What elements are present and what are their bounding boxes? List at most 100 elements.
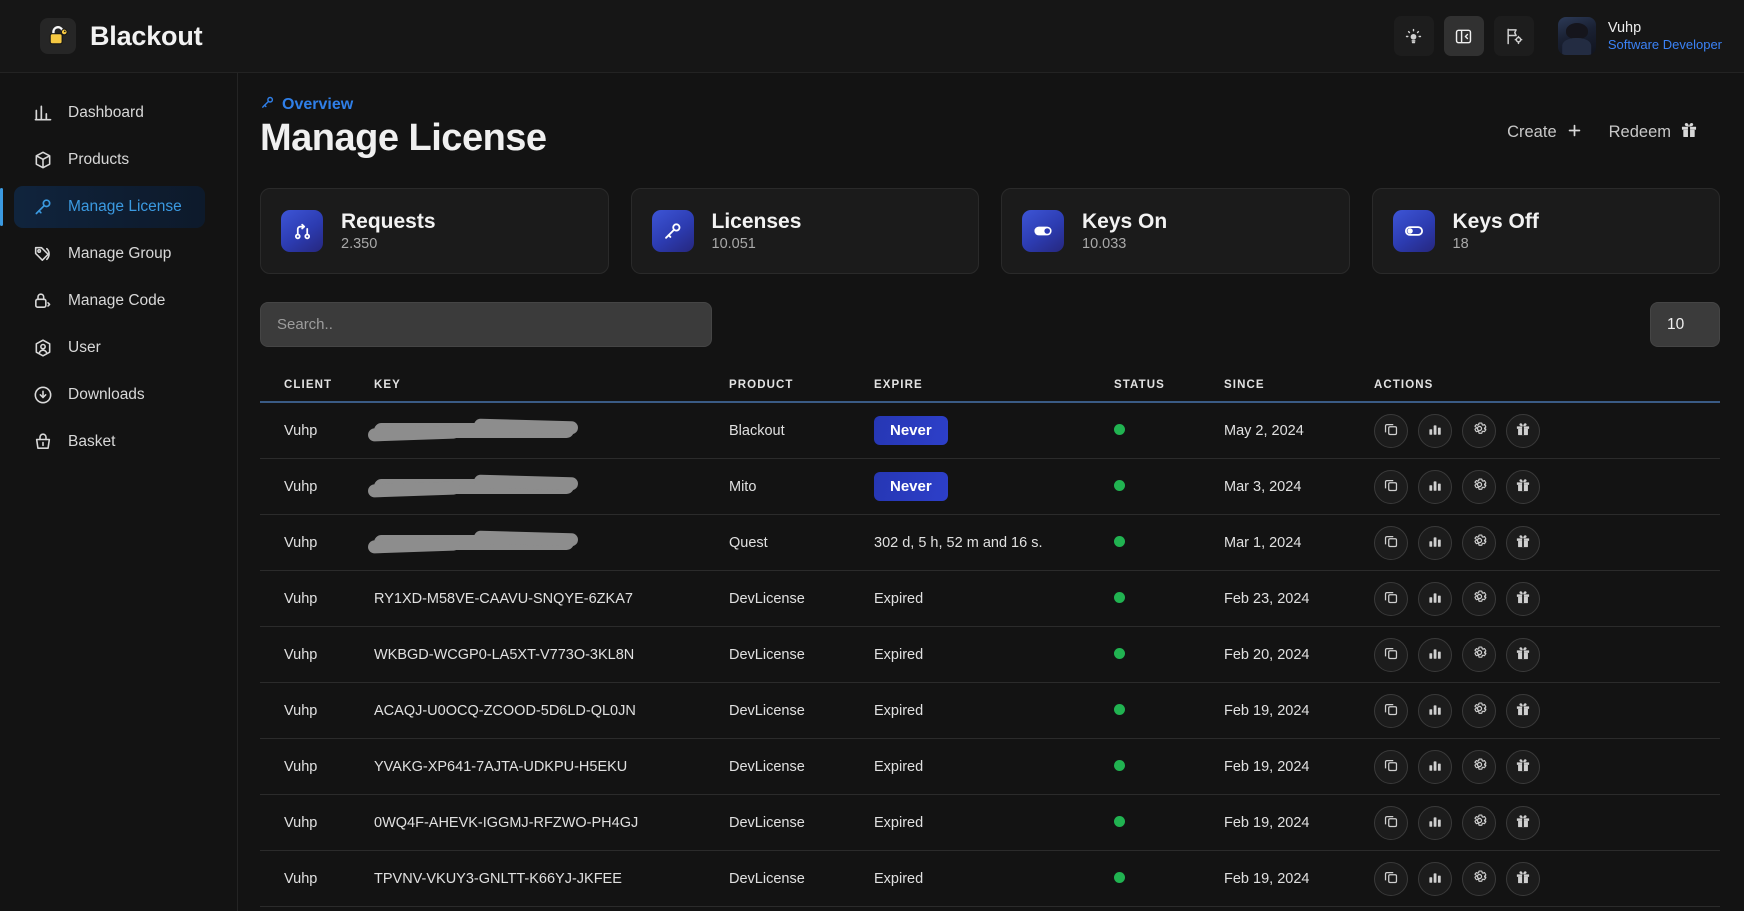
- cell-key: TPVNV-VKUY3-GNLTT-K66YJ-JKFEE: [370, 871, 725, 887]
- action-copy-button[interactable]: [1374, 861, 1408, 896]
- stats-icon: [1427, 477, 1443, 497]
- sidebar-item-dashboard[interactable]: Dashboard: [14, 92, 205, 134]
- action-gear-button[interactable]: [1462, 805, 1496, 840]
- stat-value: 18: [1452, 236, 1469, 253]
- table-row[interactable]: Vuhp Quest 302 d, 5 h, 52 m and 16 s. Mar 1…: [260, 515, 1720, 571]
- sidebar-item-products[interactable]: Products: [14, 139, 205, 181]
- sidebar-item-label: Dashboard: [68, 104, 144, 121]
- sidebar-item-downloads[interactable]: Downloads: [14, 374, 205, 416]
- cell-client: Vuhp: [284, 814, 318, 831]
- sidebar-item-user[interactable]: User: [14, 327, 205, 369]
- action-stats-button[interactable]: [1418, 469, 1452, 504]
- action-gear-button[interactable]: [1462, 413, 1496, 448]
- profile-role: Software Developer: [1607, 36, 1722, 52]
- action-stats-button[interactable]: [1418, 749, 1452, 784]
- sidebar-item-manage-license[interactable]: Manage License: [0, 186, 205, 228]
- expire-badge: Never: [874, 472, 948, 501]
- column-header-key: KEY: [374, 379, 401, 391]
- sidebar: Dashboard Products Manage License Manage…: [0, 73, 238, 911]
- redacted-key: [374, 479, 574, 494]
- action-gift-button[interactable]: [1506, 525, 1540, 560]
- action-copy-button[interactable]: [1374, 525, 1408, 560]
- action-gear-button[interactable]: [1462, 749, 1496, 784]
- action-gear-button[interactable]: [1462, 637, 1496, 672]
- action-copy-button[interactable]: [1374, 637, 1408, 672]
- cell-actions: [1370, 693, 1720, 728]
- gift-icon: [1515, 589, 1531, 609]
- sidebar-toggle-icon[interactable]: [1443, 16, 1484, 56]
- expire-badge: Never: [874, 416, 948, 445]
- cell-key: [370, 423, 725, 438]
- action-stats-button[interactable]: [1418, 581, 1452, 616]
- action-gift-button[interactable]: [1506, 469, 1540, 504]
- action-gift-button[interactable]: [1506, 861, 1540, 896]
- action-copy-button[interactable]: [1374, 749, 1408, 784]
- action-gift-button[interactable]: [1506, 749, 1540, 784]
- column-header-since: SINCE: [1224, 379, 1265, 391]
- action-copy-button[interactable]: [1374, 581, 1408, 616]
- action-gift-button[interactable]: [1506, 693, 1540, 728]
- action-gear-button[interactable]: [1462, 861, 1496, 896]
- table-row[interactable]: Vuhp ACAQJ-U0OCQ-ZCOOD-5D6LD-QL0JN DevLice…: [260, 683, 1720, 739]
- action-copy-button[interactable]: [1374, 693, 1408, 728]
- action-copy-button[interactable]: [1374, 413, 1408, 448]
- action-gift-button[interactable]: [1506, 581, 1540, 616]
- topbar-actions: Vuhp Software Developer: [1393, 16, 1744, 56]
- sidebar-item-manage-code[interactable]: Manage Code: [14, 280, 205, 322]
- stat-card-requests[interactable]: Requests 2.350: [260, 188, 609, 274]
- action-stats-button[interactable]: [1418, 805, 1452, 840]
- brand[interactable]: Blackout: [0, 18, 203, 54]
- stat-card-licenses[interactable]: Licenses 10.051: [630, 188, 979, 274]
- action-gift-button[interactable]: [1506, 413, 1540, 448]
- sidebar-item-basket[interactable]: Basket: [14, 421, 205, 463]
- action-gift-button[interactable]: [1506, 805, 1540, 840]
- flag-gear-icon[interactable]: [1493, 16, 1534, 56]
- table-row[interactable]: Vuhp WKBGD-WCGP0-LA5XT-V773O-3KL8N DevLice…: [260, 627, 1720, 683]
- stat-title: Keys On: [1082, 209, 1168, 233]
- action-gear-button[interactable]: [1462, 525, 1496, 560]
- sidebar-item-label: Manage License: [68, 198, 182, 215]
- gear-icon: [1471, 868, 1488, 889]
- table-row[interactable]: Vuhp 0WQ4F-AHEVK-IGGMJ-RFZWO-PH4GJ DevLice…: [260, 795, 1720, 851]
- status-badge: [1114, 759, 1125, 771]
- sidebar-item-manage-group[interactable]: Manage Group: [14, 233, 205, 275]
- create-button[interactable]: Create: [1507, 121, 1583, 144]
- search-input[interactable]: [260, 302, 712, 347]
- lightbulb-icon[interactable]: [1393, 16, 1434, 56]
- action-gear-button[interactable]: [1462, 581, 1496, 616]
- stat-card-keys-off[interactable]: Keys Off 18: [1371, 188, 1720, 274]
- redeem-button[interactable]: Redeem: [1609, 121, 1698, 144]
- action-copy-button[interactable]: [1374, 805, 1408, 840]
- action-stats-button[interactable]: [1418, 525, 1452, 560]
- cell-product: Mito: [729, 478, 757, 495]
- cell-key: 0WQ4F-AHEVK-IGGMJ-RFZWO-PH4GJ: [370, 815, 725, 831]
- table-row[interactable]: Vuhp YVAKG-XP641-7AJTA-UDKPU-H5EKU DevLice…: [260, 739, 1720, 795]
- profile-menu[interactable]: Vuhp Software Developer: [1557, 17, 1722, 55]
- cell-actions: [1370, 637, 1720, 672]
- action-stats-button[interactable]: [1418, 861, 1452, 896]
- stat-card-keys-on[interactable]: Keys On 10.033: [1001, 188, 1350, 274]
- breadcrumb[interactable]: Overview: [260, 95, 547, 115]
- page-header: Overview Manage License Create Redeem: [260, 95, 1722, 160]
- cell-expire: Never: [870, 472, 1110, 501]
- action-stats-button[interactable]: [1418, 413, 1452, 448]
- cell-product: DevLicense: [729, 814, 805, 831]
- action-gift-button[interactable]: [1506, 637, 1540, 672]
- table-row[interactable]: Vuhp Blackout Never May 2, 2024: [260, 403, 1720, 459]
- stats-icon: [1427, 869, 1443, 889]
- cell-client: Vuhp: [284, 870, 318, 887]
- copy-icon: [1383, 701, 1399, 721]
- cell-expire: Expired: [870, 703, 1110, 719]
- action-gear-button[interactable]: [1462, 693, 1496, 728]
- action-stats-button[interactable]: [1418, 693, 1452, 728]
- table-row[interactable]: Vuhp TPVNV-VKUY3-GNLTT-K66YJ-JKFEE DevLice…: [260, 851, 1720, 907]
- breadcrumb-label: Overview: [282, 96, 354, 113]
- page-size-select[interactable]: 10: [1650, 302, 1720, 347]
- table-row[interactable]: Vuhp Mito Never Mar 3, 2024: [260, 459, 1720, 515]
- action-copy-button[interactable]: [1374, 469, 1408, 504]
- action-stats-button[interactable]: [1418, 637, 1452, 672]
- table-row[interactable]: Vuhp RY1XD-M58VE-CAAVU-SNQYE-6ZKA7 DevLice…: [260, 571, 1720, 627]
- status-badge: [1114, 479, 1125, 491]
- cell-client: Vuhp: [284, 646, 318, 663]
- action-gear-button[interactable]: [1462, 469, 1496, 504]
